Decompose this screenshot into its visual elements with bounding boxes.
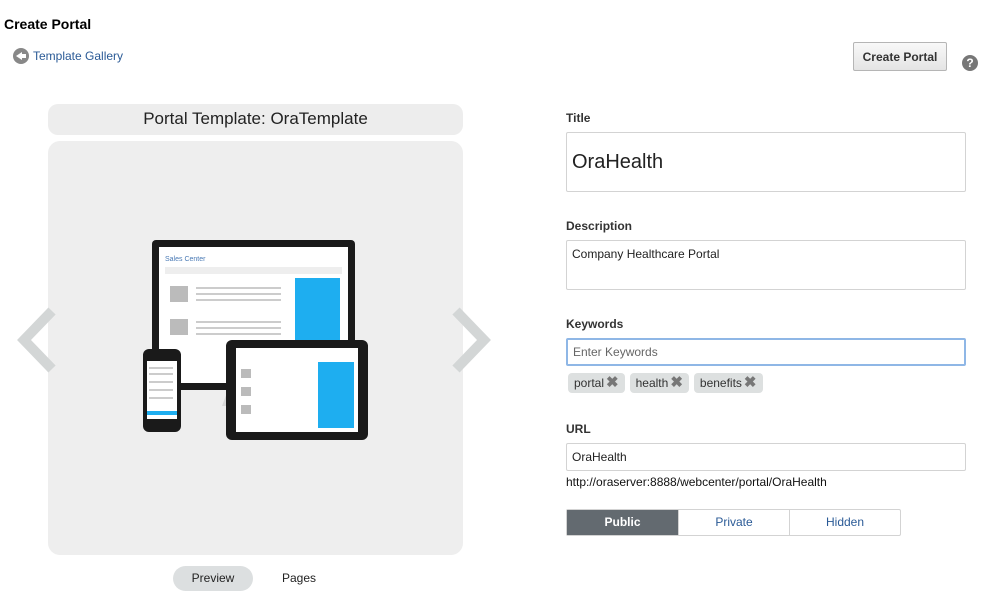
url-label: URL	[566, 422, 591, 436]
template-gallery-link[interactable]: Template Gallery	[13, 48, 123, 64]
keyword-label: benefits	[699, 376, 742, 390]
title-input[interactable]	[566, 132, 966, 192]
keyword-label: portal	[574, 376, 605, 390]
keyword-chip: health ✖	[629, 373, 689, 393]
visibility-public[interactable]: Public	[567, 510, 678, 535]
tab-preview[interactable]: Preview	[173, 566, 253, 591]
template-preview: Sales Center	[48, 141, 463, 555]
previous-template-chevron-icon[interactable]	[14, 305, 64, 375]
monitor-site-title: Sales Center	[165, 256, 206, 263]
keyword-chips: portal ✖ health ✖ benefits ✖	[568, 373, 763, 393]
full-url-text: http://oraserver:8888/webcenter/portal/O…	[566, 475, 827, 489]
template-gallery-label: Template Gallery	[33, 49, 124, 63]
visibility-private[interactable]: Private	[678, 510, 789, 535]
url-input[interactable]	[566, 443, 966, 471]
template-heading: Portal Template: OraTemplate	[48, 104, 463, 135]
description-textarea[interactable]: Company Healthcare Portal	[566, 240, 966, 290]
visibility-selector: Public Private Hidden	[566, 509, 901, 536]
keyword-chip: benefits ✖	[693, 373, 763, 393]
help-icon[interactable]: ?	[962, 55, 978, 71]
remove-icon[interactable]: ✖	[670, 373, 683, 393]
visibility-hidden[interactable]: Hidden	[789, 510, 900, 535]
keywords-label: Keywords	[566, 317, 624, 331]
next-template-chevron-icon[interactable]	[448, 305, 498, 375]
keyword-chip: portal ✖	[568, 373, 625, 393]
keywords-input[interactable]	[566, 338, 966, 366]
create-portal-button[interactable]: Create Portal	[853, 42, 947, 71]
keyword-label: health	[635, 376, 669, 390]
title-label: Title	[566, 111, 591, 125]
page-title: Create Portal	[4, 16, 92, 32]
preview-tabs: Preview Pages	[173, 566, 339, 591]
description-label: Description	[566, 219, 633, 233]
remove-icon[interactable]: ✖	[744, 373, 757, 393]
remove-icon[interactable]: ✖	[606, 373, 619, 393]
devices-preview-image: Sales Center	[143, 240, 368, 440]
back-arrow-icon	[13, 48, 29, 64]
tab-pages[interactable]: Pages	[259, 566, 339, 591]
